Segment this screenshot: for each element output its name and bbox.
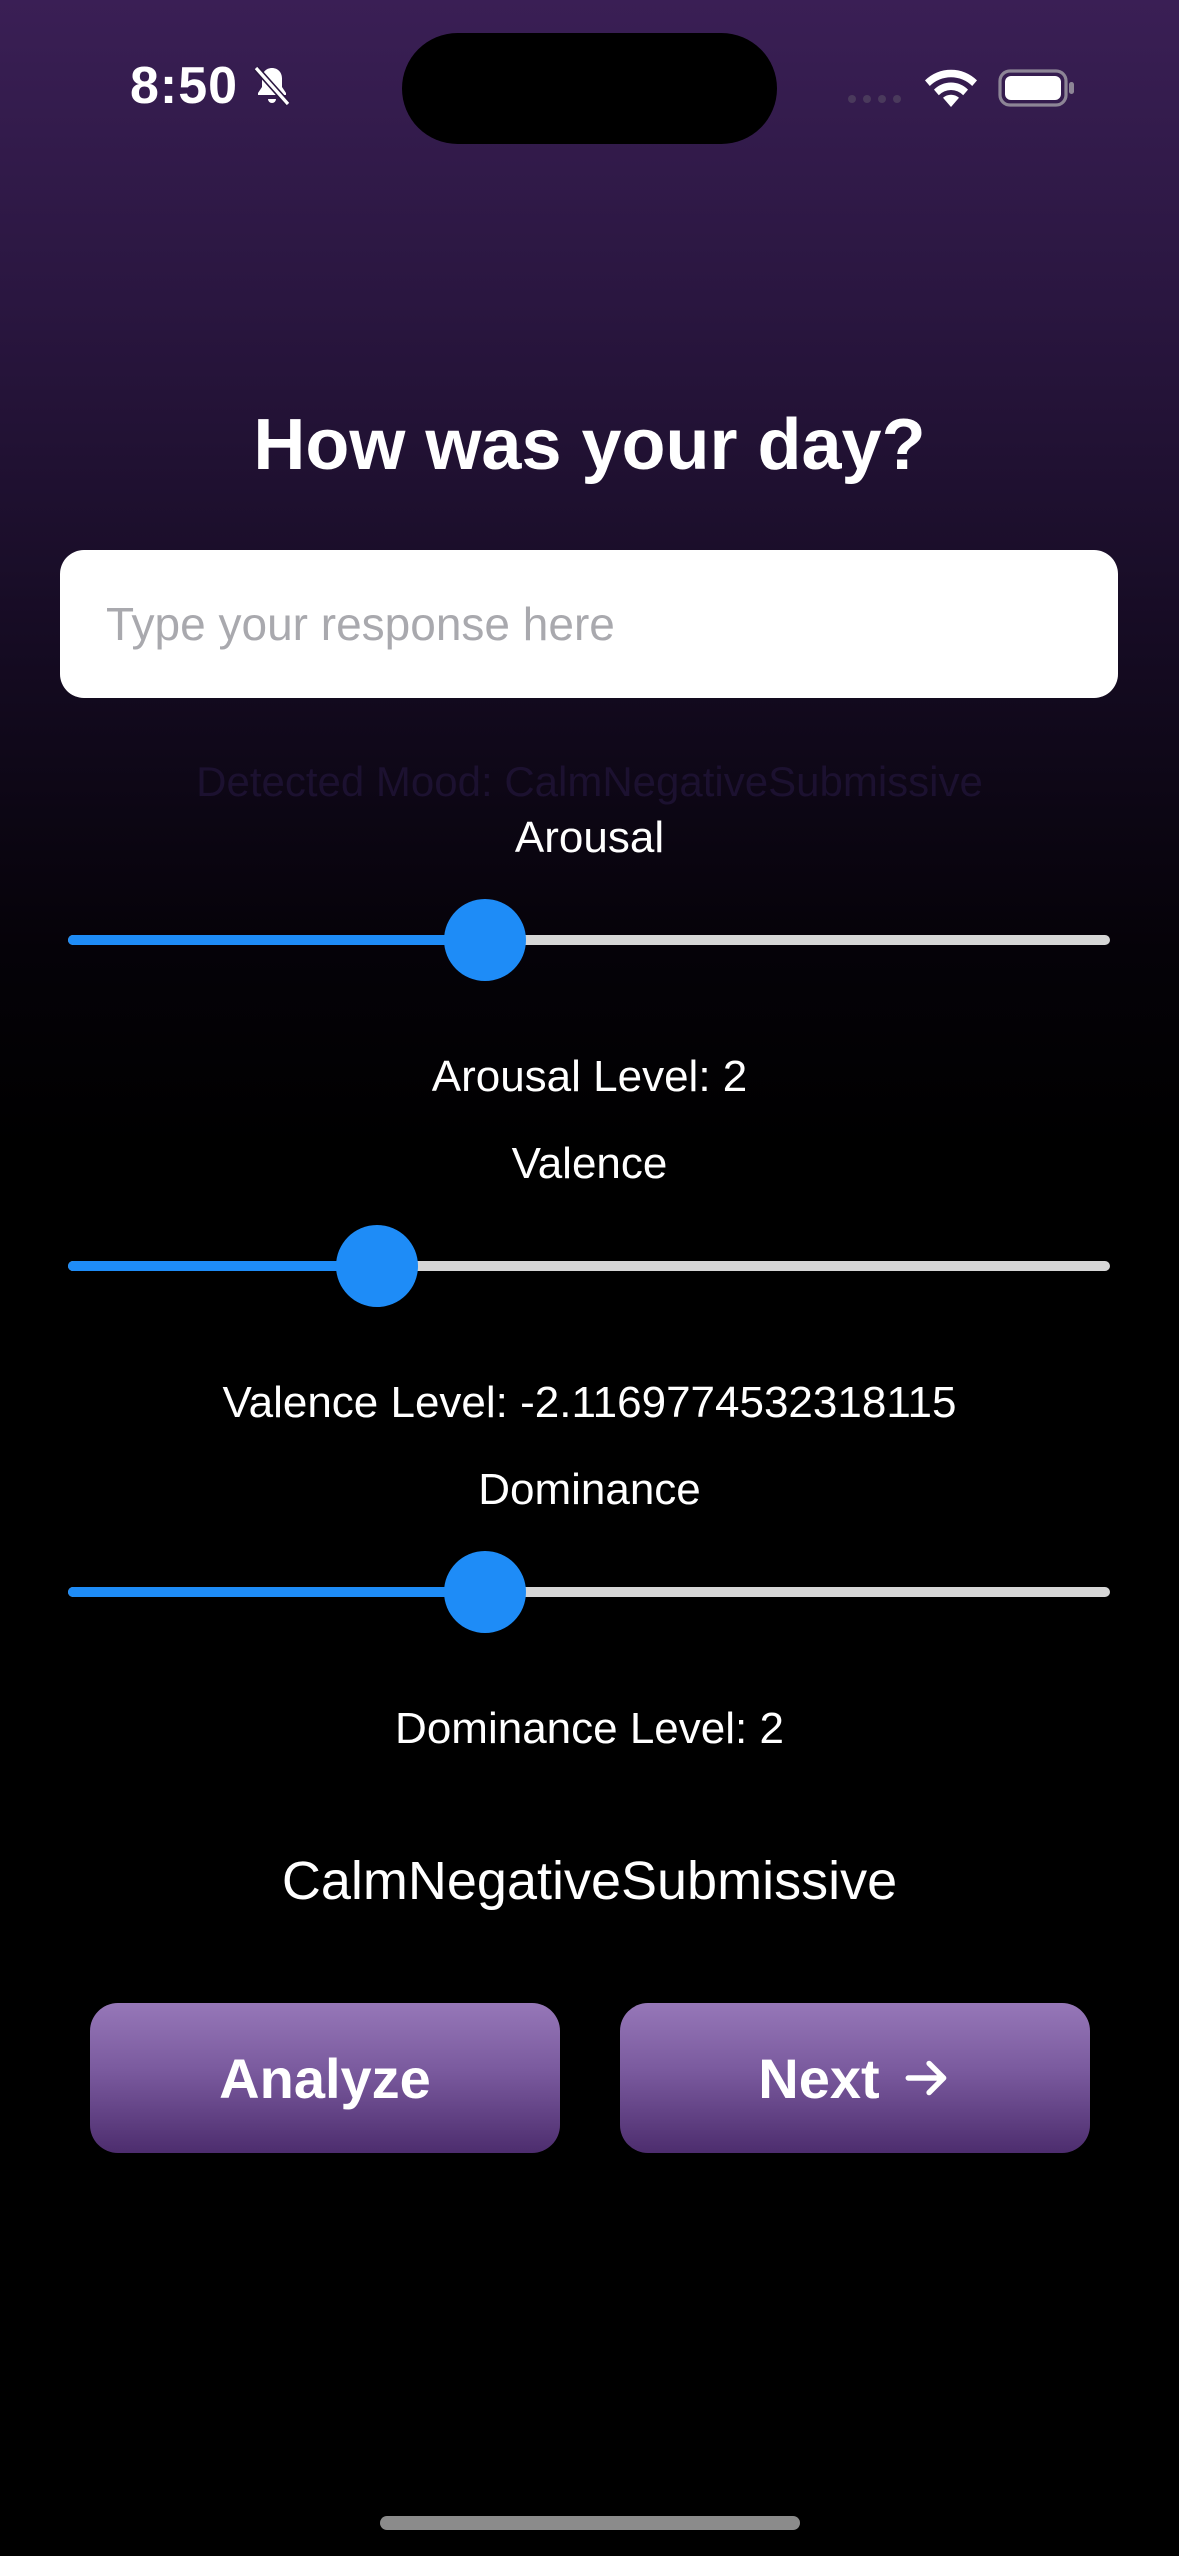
- arousal-label: Arousal: [514, 813, 665, 862]
- dominance-label: Dominance: [478, 1465, 701, 1514]
- valence-label: Valence: [511, 1139, 668, 1188]
- status-time: 8:50: [130, 57, 239, 115]
- arrow-right-icon: [905, 2060, 947, 2096]
- next-button[interactable]: Next: [620, 2003, 1090, 2153]
- battery-icon: [998, 69, 1074, 107]
- arousal-slider-fill: [68, 935, 485, 945]
- dominance-slider-fill: [68, 1587, 485, 1597]
- next-button-label: Next: [758, 2046, 880, 2110]
- dominance-slider-thumb[interactable]: [443, 1551, 526, 1633]
- valence-slider[interactable]: [68, 1221, 1110, 1311]
- status-bar: 8:50: [0, 0, 1179, 150]
- analyze-button[interactable]: Analyze: [90, 2003, 560, 2153]
- bell-slash-icon: [253, 65, 291, 107]
- dynamic-island: [402, 33, 777, 144]
- mood-result: CalmNegativeSubmissive: [281, 1851, 898, 1911]
- detected-mood-label: Detected Mood: CalmNegativeSubmissive: [196, 758, 983, 805]
- analyze-button-label: Analyze: [219, 2046, 431, 2110]
- dominance-slider[interactable]: [68, 1547, 1110, 1637]
- arousal-slider[interactable]: [68, 895, 1110, 985]
- wifi-icon: [925, 69, 977, 107]
- question-title: How was your day?: [253, 405, 926, 485]
- valence-slider-thumb[interactable]: [336, 1225, 419, 1307]
- valence-slider-fill: [68, 1261, 378, 1271]
- response-input[interactable]: [60, 550, 1118, 698]
- dominance-level-text: Dominance Level: 2: [395, 1704, 784, 1753]
- arousal-level-text: Arousal Level: 2: [431, 1052, 748, 1101]
- arousal-slider-thumb[interactable]: [443, 899, 526, 981]
- cellular-signal-icon: [848, 95, 901, 103]
- valence-level-text: Valence Level: -2.1169774532318115: [222, 1378, 957, 1427]
- home-indicator[interactable]: [380, 2516, 800, 2530]
